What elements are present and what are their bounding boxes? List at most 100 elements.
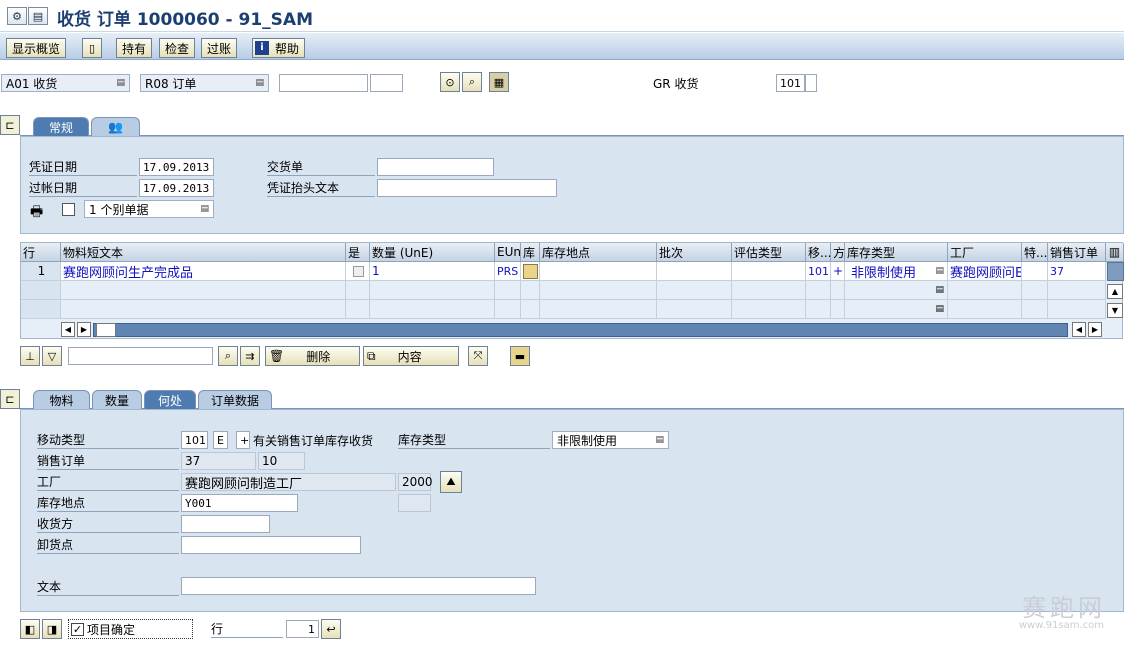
help-button[interactable]: i 帮助 [252, 38, 306, 58]
reference-item-input[interactable] [370, 74, 403, 92]
print-option-select[interactable]: 1 个别单据 ▤ [84, 200, 214, 218]
item-ok-control[interactable]: ✓ 项目确定 [68, 619, 193, 639]
grid-header[interactable]: 行 [21, 243, 61, 262]
hscroll-track[interactable] [93, 323, 1068, 337]
empty-cell[interactable] [61, 300, 346, 319]
column-config-icon[interactable]: ▥ [1106, 243, 1124, 262]
empty-cell[interactable] [948, 281, 1022, 300]
move-indicator-input[interactable]: E [213, 431, 228, 449]
doc-icon[interactable]: ▤ [28, 7, 48, 25]
move-type-input[interactable]: 101 [181, 431, 208, 449]
print-checkbox[interactable] [62, 203, 75, 216]
line-input[interactable]: 1 [286, 620, 319, 638]
unit-cell[interactable]: PRS [495, 262, 521, 281]
find-icon[interactable]: ⌕ [218, 346, 238, 366]
empty-cell[interactable] [521, 281, 540, 300]
qty-cell[interactable]: 1 [370, 262, 495, 281]
search-help-icon[interactable]: ⌕ [462, 72, 482, 92]
batch-cell[interactable] [657, 262, 732, 281]
item-ok-checkbox[interactable]: ✓ [71, 622, 84, 636]
reference-select[interactable]: R08 订单 ▤ [140, 74, 269, 92]
previous-item-icon[interactable]: ◧ [20, 619, 40, 639]
scroll-left-end-icon[interactable]: ◀ [1072, 322, 1086, 337]
tab-material[interactable]: 物料 [33, 390, 90, 409]
row-selector[interactable]: 1 [21, 262, 61, 281]
empty-cell[interactable] [657, 281, 732, 300]
grid-search-input[interactable] [68, 347, 213, 365]
content-button[interactable]: ⧉ 内容 [363, 346, 459, 366]
row-selector[interactable] [21, 281, 61, 300]
tab-quantity[interactable]: 数量 [92, 390, 142, 409]
action-select[interactable]: A01 收货 ▤ [1, 74, 130, 92]
delivery-note-input[interactable] [377, 158, 494, 176]
go-to-line-icon[interactable]: ↩ [321, 619, 341, 639]
empty-cell[interactable] [948, 300, 1022, 319]
tab-order-data[interactable]: 订单数据 [198, 390, 272, 409]
expand-icon[interactable]: ⤧ [468, 346, 488, 366]
plant-cell[interactable]: 赛跑网顾问E [948, 262, 1022, 281]
empty-cell[interactable]: ▤ [845, 300, 948, 319]
empty-cell[interactable]: ▤ [845, 281, 948, 300]
grid-header[interactable]: 方 [831, 243, 845, 262]
empty-cell[interactable] [831, 300, 845, 319]
scroll-right-icon[interactable]: ▶ [77, 322, 91, 337]
move-sign-input[interactable]: + [236, 431, 250, 449]
header-text-input[interactable] [377, 179, 557, 197]
grid-header[interactable]: 物料短文本 [61, 243, 346, 262]
empty-cell[interactable] [1022, 281, 1048, 300]
empty-cell[interactable] [831, 281, 845, 300]
folder-icon[interactable]: ▬ [510, 346, 530, 366]
scroll-left-icon[interactable]: ◀ [61, 322, 75, 337]
empty-cell[interactable] [495, 300, 521, 319]
doc-date-input[interactable]: 17.09.2013 [139, 158, 214, 176]
stock-cell[interactable] [521, 262, 540, 281]
next-item-icon[interactable]: ◨ [42, 619, 62, 639]
collapse-header-icon[interactable]: ⊏ [0, 115, 20, 135]
scroll-up-icon[interactable]: ▲ [1107, 284, 1123, 299]
grid-header[interactable]: EUn [495, 243, 521, 262]
collapse-detail-icon[interactable]: ⊏ [0, 389, 20, 409]
grid-header[interactable]: 特... [1022, 243, 1048, 262]
filter-icon[interactable]: ▽ [42, 346, 62, 366]
empty-cell[interactable] [346, 300, 370, 319]
scroll-down-icon[interactable]: ▼ [1107, 303, 1123, 318]
grid-icon[interactable]: ▦ [489, 72, 509, 92]
grid-header[interactable]: 数量 (UnE) [370, 243, 495, 262]
post-button[interactable]: 过账 [201, 38, 238, 58]
hscroll-thumb[interactable] [96, 323, 116, 337]
empty-cell[interactable] [521, 300, 540, 319]
grid-header[interactable]: 库存地点 [540, 243, 657, 262]
ok-cell[interactable] [346, 262, 370, 281]
vscroll-thumb[interactable] [1107, 262, 1124, 281]
grid-header[interactable]: 评估类型 [732, 243, 806, 262]
select-all-icon[interactable]: ⊥ [20, 346, 40, 366]
hold-button[interactable]: 持有 [116, 38, 153, 58]
grid-header[interactable]: 移... [806, 243, 831, 262]
scroll-right-end-icon[interactable]: ▶ [1088, 322, 1102, 337]
empty-cell[interactable] [370, 281, 495, 300]
empty-cell[interactable] [806, 300, 831, 319]
plant-detail-icon[interactable]: ⛰ [440, 471, 462, 493]
check-button[interactable]: 检查 [159, 38, 196, 58]
empty-cell[interactable] [370, 300, 495, 319]
tab-where[interactable]: 何处 [144, 390, 196, 409]
stock-type-select[interactable]: 非限制使用 ▤ [552, 431, 669, 449]
text-input[interactable] [181, 577, 536, 595]
valuation-cell[interactable] [732, 262, 806, 281]
grid-header[interactable]: 批次 [657, 243, 732, 262]
grid-header[interactable]: 库存类型 [845, 243, 948, 262]
empty-cell[interactable] [540, 281, 657, 300]
reference-number-input[interactable] [279, 74, 368, 92]
empty-cell[interactable] [61, 281, 346, 300]
overview-button[interactable]: 显示概览 [6, 38, 67, 58]
empty-cell[interactable] [1022, 300, 1048, 319]
empty-cell[interactable] [806, 281, 831, 300]
grid-header[interactable]: 销售订单 [1048, 243, 1106, 262]
special-cell[interactable] [1022, 262, 1048, 281]
material-cell[interactable]: 赛跑网顾问生产完成品 [61, 262, 346, 281]
tab-general[interactable]: 常规 [33, 117, 89, 136]
menu-icon[interactable]: ⚙ [7, 7, 27, 25]
empty-cell[interactable] [540, 300, 657, 319]
gr-value[interactable]: 101 [776, 74, 805, 92]
execute-icon[interactable]: ⊙ [440, 72, 460, 92]
